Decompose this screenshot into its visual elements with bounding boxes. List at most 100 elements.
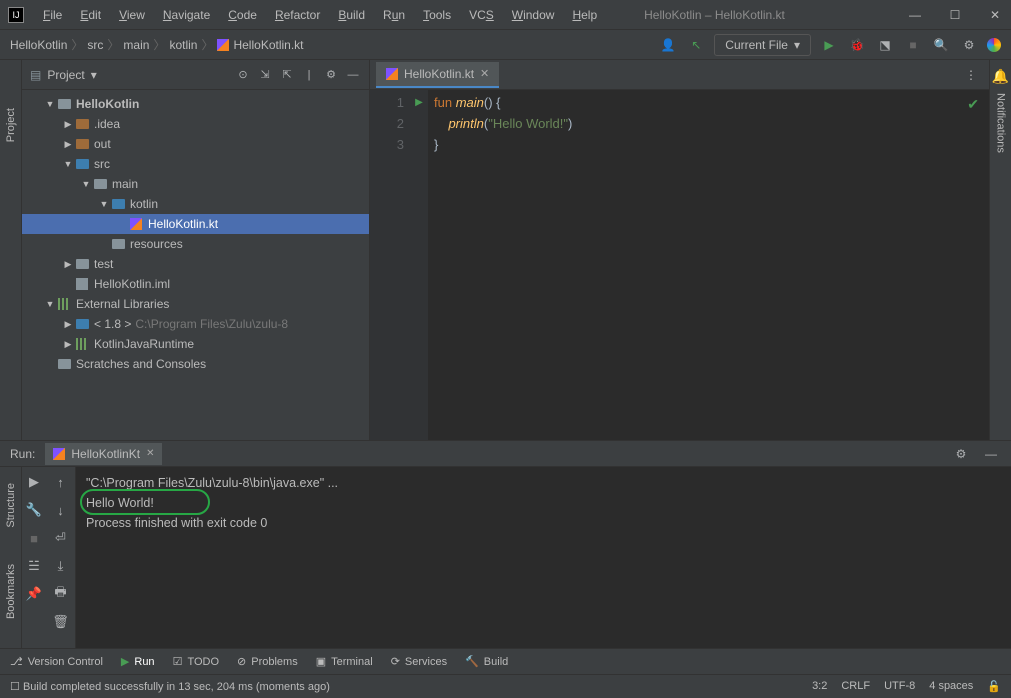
- run-panel: Run: HelloKotlinKt ✕ ⚙ — Structure Bookm…: [0, 440, 1011, 648]
- tree-node[interactable]: ▼src: [22, 154, 369, 174]
- breadcrumb-item[interactable]: HelloKotlin: [10, 38, 67, 52]
- menu-window[interactable]: Window: [505, 4, 562, 26]
- breadcrumb-item[interactable]: main: [123, 38, 149, 52]
- add-user-icon[interactable]: 👤: [658, 35, 678, 55]
- code-editor[interactable]: fun main() { println("Hello World!") }: [428, 90, 989, 440]
- structure-tool-tab[interactable]: Structure: [3, 475, 19, 536]
- services-tab[interactable]: ⟳Services: [391, 655, 447, 668]
- editor-more-icon[interactable]: ⋮: [953, 68, 989, 82]
- inspection-ok-icon[interactable]: ✔: [967, 96, 979, 113]
- close-icon[interactable]: ✕: [146, 448, 154, 459]
- console-output[interactable]: "C:\Program Files\Zulu\zulu-8\bin\java.e…: [76, 467, 1011, 648]
- tree-node[interactable]: ▼External Libraries: [22, 294, 369, 314]
- close-tab-icon[interactable]: ✕: [480, 67, 489, 80]
- project-tree[interactable]: ▼ HelloKotlin ▶.idea▶out▼src▼main▼kotlin…: [22, 90, 369, 440]
- run-tab[interactable]: HelloKotlinKt ✕: [45, 443, 162, 465]
- menu-vcs[interactable]: VCS: [462, 4, 501, 26]
- run-button[interactable]: ▶: [819, 35, 839, 55]
- down-arrow-icon[interactable]: ↓: [52, 501, 70, 519]
- trash-icon[interactable]: 🗑: [52, 613, 70, 631]
- tree-node[interactable]: ▶.idea: [22, 114, 369, 134]
- menu-file[interactable]: File: [36, 4, 69, 26]
- minimize-button[interactable]: —: [907, 7, 923, 23]
- tree-node[interactable]: ▶< 1.8 >C:\Program Files\Zulu\zulu-8: [22, 314, 369, 334]
- menu-navigate[interactable]: Navigate: [156, 4, 217, 26]
- run-toolbar-left: ▶ 🔧 ■ ☱ 📌: [22, 467, 46, 648]
- menu-build[interactable]: Build: [331, 4, 372, 26]
- menu-edit[interactable]: Edit: [73, 4, 108, 26]
- indent[interactable]: 4 spaces: [929, 680, 973, 693]
- menu-tools[interactable]: Tools: [416, 4, 458, 26]
- settings-icon[interactable]: ⚙: [951, 444, 971, 464]
- project-tool-tab[interactable]: Project: [3, 100, 19, 150]
- stop-button[interactable]: ■: [903, 35, 923, 55]
- print-icon[interactable]: 🖶: [52, 585, 70, 603]
- tree-node[interactable]: ▶KotlinJavaRuntime: [22, 334, 369, 354]
- notifications-icon[interactable]: 🔔: [992, 68, 1009, 85]
- run-config-label: Current File: [725, 38, 788, 52]
- tree-node[interactable]: HelloKotlin.kt: [22, 214, 369, 234]
- menu-code[interactable]: Code: [221, 4, 264, 26]
- problems-tab[interactable]: ⊘Problems: [237, 655, 298, 668]
- run-line-marker[interactable]: ▶: [410, 92, 428, 113]
- close-button[interactable]: ✕: [987, 7, 1003, 23]
- kotlin-icon: [386, 68, 398, 80]
- tree-node[interactable]: ▼kotlin: [22, 194, 369, 214]
- breadcrumb-item[interactable]: kotlin: [169, 38, 197, 52]
- lock-icon[interactable]: 🔓: [987, 680, 1001, 693]
- run-config-dropdown[interactable]: Current File ▾: [714, 34, 811, 56]
- tree-node[interactable]: ▶out: [22, 134, 369, 154]
- tree-node[interactable]: HelloKotlin.iml: [22, 274, 369, 294]
- up-arrow-icon[interactable]: ↑: [52, 473, 70, 491]
- hide-icon[interactable]: —: [981, 444, 1001, 464]
- editor-tab[interactable]: HelloKotlin.kt ✕: [376, 62, 499, 88]
- rerun-button[interactable]: ▶: [25, 473, 43, 491]
- tree-node[interactable]: resources: [22, 234, 369, 254]
- expand-icon[interactable]: ⇲: [257, 67, 273, 83]
- menu-refactor[interactable]: Refactor: [268, 4, 327, 26]
- notifications-tab[interactable]: Notifications: [993, 85, 1009, 161]
- todo-tab[interactable]: ☑TODO: [173, 655, 219, 668]
- locate-icon[interactable]: ⊙: [235, 67, 251, 83]
- console-line: Process finished with exit code 0: [86, 513, 1001, 533]
- collapse-icon[interactable]: ⇱: [279, 67, 295, 83]
- coverage-button[interactable]: ⬔: [875, 35, 895, 55]
- breadcrumb-item[interactable]: HelloKotlin.kt: [233, 38, 303, 52]
- project-panel-selector[interactable]: ▤ Project ▾: [30, 68, 97, 82]
- maximize-button[interactable]: ☐: [947, 7, 963, 23]
- menu-run[interactable]: Run: [376, 4, 412, 26]
- debug-button[interactable]: 🐞: [847, 35, 867, 55]
- breadcrumb-item[interactable]: src: [87, 38, 103, 52]
- run-tab-bottom[interactable]: ▶Run: [121, 655, 155, 668]
- search-icon[interactable]: 🔍: [931, 35, 951, 55]
- status-icon[interactable]: ☐: [10, 680, 20, 693]
- bookmarks-tool-tab[interactable]: Bookmarks: [3, 556, 19, 627]
- left-tool-strip-lower: Structure Bookmarks: [0, 467, 22, 648]
- back-arrow-icon[interactable]: ↖: [686, 35, 706, 55]
- encoding[interactable]: UTF-8: [884, 680, 915, 693]
- settings-icon[interactable]: ⚙: [959, 35, 979, 55]
- build-tab[interactable]: 🔨Build: [465, 655, 508, 668]
- cursor-position[interactable]: 3:2: [812, 680, 827, 693]
- layout-icon[interactable]: ☱: [25, 557, 43, 575]
- menu-view[interactable]: View: [112, 4, 152, 26]
- tree-node[interactable]: ▶test: [22, 254, 369, 274]
- scroll-icon[interactable]: ⤓: [52, 557, 70, 575]
- terminal-tab[interactable]: ▣Terminal: [316, 655, 373, 668]
- stop-button[interactable]: ■: [25, 529, 43, 547]
- settings-icon[interactable]: ⚙: [323, 67, 339, 83]
- hide-icon[interactable]: —: [345, 67, 361, 83]
- tree-root[interactable]: ▼ HelloKotlin: [22, 94, 369, 114]
- line-separator[interactable]: CRLF: [841, 680, 870, 693]
- tree-node[interactable]: ▼main: [22, 174, 369, 194]
- tree-node[interactable]: Scratches and Consoles: [22, 354, 369, 374]
- line-gutter: 1 2 3: [370, 90, 410, 440]
- editor-tab-label: HelloKotlin.kt: [404, 67, 474, 81]
- jetbrains-icon[interactable]: [987, 38, 1001, 52]
- pin-icon[interactable]: 📌: [25, 585, 43, 603]
- chevron-down-icon: ▾: [91, 68, 97, 82]
- version-control-tab[interactable]: ⎇Version Control: [10, 655, 103, 668]
- wrench-icon[interactable]: 🔧: [25, 501, 43, 519]
- menu-help[interactable]: Help: [565, 4, 604, 26]
- wrap-icon[interactable]: ⏎: [52, 529, 70, 547]
